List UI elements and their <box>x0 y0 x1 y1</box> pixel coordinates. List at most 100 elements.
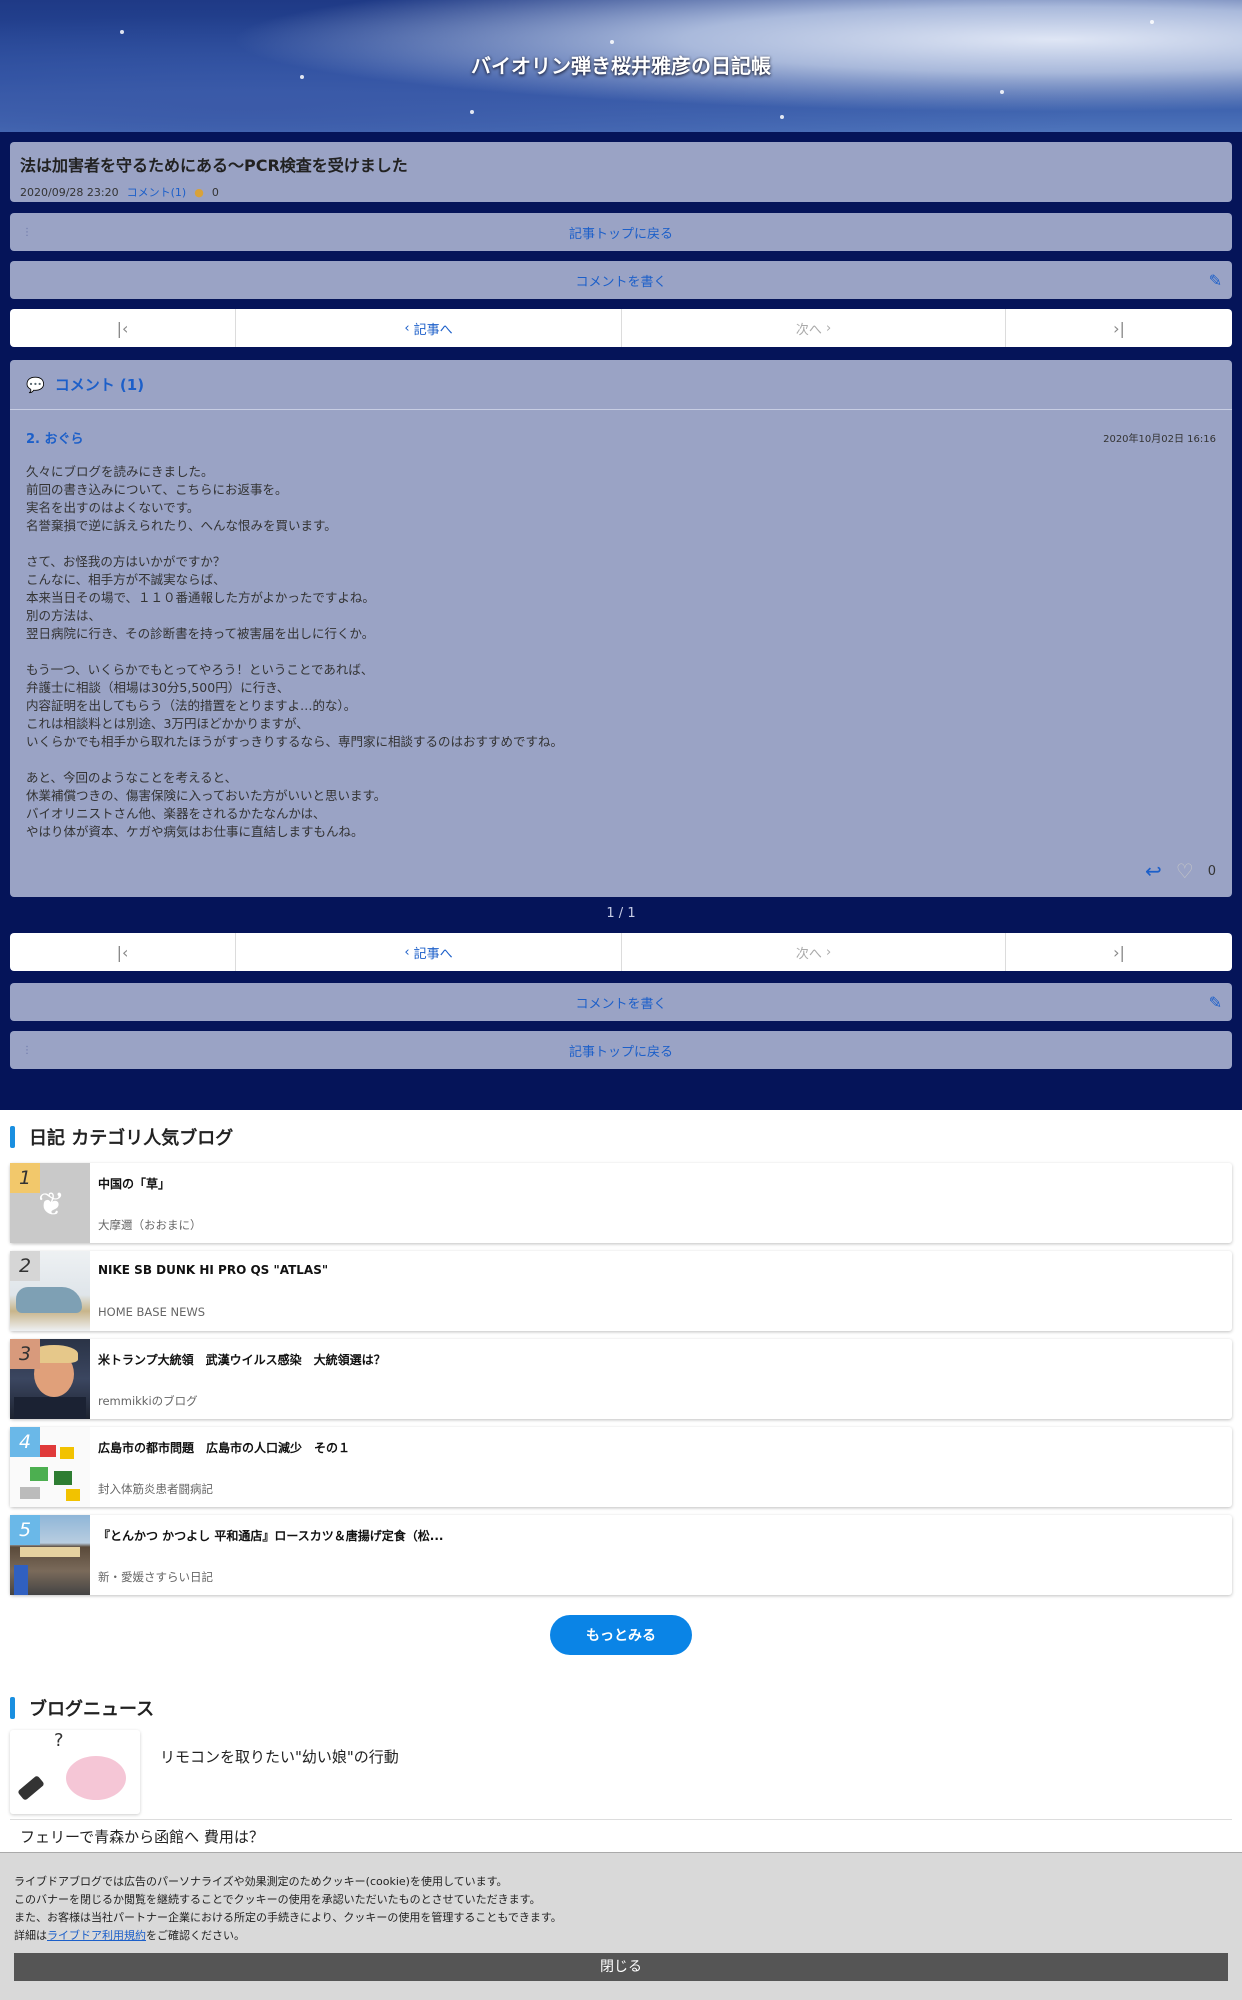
article-title[interactable]: 法は加害者を守るためにある〜PCR検査を受けました <box>20 152 1222 176</box>
blog-header-banner[interactable]: バイオリン弾き桜井雅彦の日記帳 <box>0 0 1242 132</box>
last-icon: ›| <box>1113 318 1125 338</box>
remote-icon <box>17 1775 45 1801</box>
last-icon: ›| <box>1113 942 1125 962</box>
rank-number: 4 <box>10 1427 40 1457</box>
ranking-item[interactable]: 4 広島市の都市問題 広島市の人口減少 その１ 封入体筋炎患者闘病記 <box>10 1427 1232 1507</box>
ranking-item[interactable]: 5 『とんかつ かつよし 平和通店』ロースカツ＆唐揚げ定食（松... 新・愛媛さ… <box>10 1515 1232 1595</box>
ranking-item-blog: HOME BASE NEWS <box>98 1305 206 1319</box>
storefront-sign <box>20 1547 80 1557</box>
more-button[interactable]: もっとみる <box>550 1615 692 1655</box>
drag-handle-icon: ⋮ <box>22 226 32 238</box>
ranking-item-title[interactable]: 中国の「草」 <box>98 1175 170 1192</box>
map-block <box>40 1445 56 1457</box>
first-article-button[interactable]: |‹ <box>10 933 236 971</box>
ranking-item[interactable]: 3 米トランプ大統領 武漢ウイルス感染 大統領選は？ remmikkiのブログ <box>10 1339 1232 1419</box>
comment-date: 2020年10月02日 16:16 <box>1103 434 1216 445</box>
like-count: 0 <box>211 185 219 199</box>
back-to-article-top-button-bottom[interactable]: ⋮ 記事トップに戻る <box>10 1031 1232 1069</box>
feather-icon: ❦ <box>38 1185 65 1223</box>
heart-icon[interactable]: ♡ <box>1176 859 1194 883</box>
article-pager-top: |‹ ‹ 記事へ 次へ › ›| <box>10 309 1232 347</box>
news-thumbnail: ? <box>10 1730 140 1814</box>
ranking-item-title[interactable]: 広島市の都市問題 広島市の人口減少 その１ <box>98 1439 350 1456</box>
write-comment-label: コメントを書く <box>575 996 667 1012</box>
ranking-item-title[interactable]: 米トランプ大統領 武漢ウイルス感染 大統領選は？ <box>98 1351 386 1368</box>
article-title-panel: 法は加害者を守るためにある〜PCR検査を受けました 2020/09/28 23:… <box>10 142 1232 202</box>
news-section-title: ブログニュース <box>10 1695 154 1721</box>
cookie-text-line: 詳細はライブドア利用規約をご確認ください。 <box>14 1927 1228 1945</box>
rank-number: 3 <box>10 1339 40 1369</box>
reply-icon[interactable]: ↩ <box>1145 859 1162 883</box>
article-meta: 2020/09/28 23:20 コメント(1) ● 0 <box>20 184 1222 200</box>
map-block <box>60 1447 74 1459</box>
main-background: バイオリン弾き桜井雅彦の日記帳 法は加害者を守るためにある〜PCR検査を受けまし… <box>0 0 1242 1110</box>
news-title-label: ブログニュース <box>29 1699 155 1720</box>
comment-item: 2. おぐら 2020年10月02日 16:16 久々にブログを読みにきました。… <box>10 410 1232 841</box>
news-item-title[interactable]: リモコンを取りたい"幼い娘"の行動 <box>160 1746 399 1767</box>
back-to-top-label: 記事トップに戻る <box>568 1044 673 1060</box>
question-mark-icon: ? <box>54 1730 64 1751</box>
prev-article-button[interactable]: ‹ 記事へ <box>236 933 622 971</box>
last-article-button[interactable]: ›| <box>1006 933 1232 971</box>
chevron-right-icon: › <box>821 944 832 960</box>
rank-number: 2 <box>10 1251 40 1281</box>
first-icon: |‹ <box>116 942 129 962</box>
drag-handle-icon: ⋮ <box>22 1044 32 1056</box>
storefront-banner <box>14 1565 28 1595</box>
article-datetime: 2020/09/28 23:20 <box>20 185 119 199</box>
comment-count-link[interactable]: コメント(1) <box>127 184 187 200</box>
ranking-item[interactable]: 2 NIKE SB DUNK HI PRO QS "ATLAS" HOME BA… <box>10 1251 1232 1331</box>
ranking-item-blog: 新・愛媛さすらい日記 <box>98 1570 213 1584</box>
pencil-icon: ✎ <box>1208 270 1222 290</box>
pencil-icon: ✎ <box>1208 992 1222 1012</box>
sneaker-image <box>16 1287 82 1313</box>
chevron-left-icon: ‹ <box>404 320 414 336</box>
map-block <box>30 1467 48 1481</box>
section-marker <box>10 1126 15 1148</box>
comments-header: 💬 コメント (1) <box>10 360 1232 410</box>
next-label: 次へ <box>795 946 822 962</box>
cookie-close-button[interactable]: 閉じる <box>14 1953 1228 1981</box>
cookie-text-line: このバナーを閉じるか閲覧を継続することでクッキーの使用を承認いただいたものとさせ… <box>14 1893 541 1906</box>
prev-label: 記事へ <box>413 946 453 962</box>
ranking-item-title[interactable]: NIKE SB DUNK HI PRO QS "ATLAS" <box>98 1263 328 1277</box>
cookie-text-line: また、お客様は当社パートナー企業における所定の手続きにより、クッキーの使用を管理… <box>14 1911 562 1924</box>
write-comment-button-bottom[interactable]: コメントを書く ✎ <box>10 983 1232 1021</box>
blog-title[interactable]: バイオリン弾き桜井雅彦の日記帳 <box>0 50 1242 79</box>
first-icon: |‹ <box>116 318 129 338</box>
news-item[interactable]: ? リモコンを取りたい"幼い娘"の行動 <box>10 1730 1232 1820</box>
prev-article-button[interactable]: ‹ 記事へ <box>236 309 622 347</box>
portrait-suit <box>14 1397 86 1419</box>
ranking-item-title[interactable]: 『とんかつ かつよし 平和通店』ロースカツ＆唐揚げ定食（松... <box>98 1527 443 1544</box>
news-item-title[interactable]: フェリーで青森から函館へ 費用は？ <box>20 1826 264 1847</box>
section-marker <box>10 1697 15 1719</box>
comment-page-count: 1 / 1 <box>606 906 636 921</box>
comment-like-count: 0 <box>1207 863 1216 879</box>
rank-number: 5 <box>10 1515 40 1545</box>
comments-header-label: コメント (1) <box>54 376 145 394</box>
baby-illustration <box>66 1756 126 1800</box>
ranking-item-blog: 封入体筋炎患者闘病記 <box>98 1482 213 1496</box>
next-article-button[interactable]: 次へ › <box>622 309 1006 347</box>
write-comment-label: コメントを書く <box>575 274 667 290</box>
cookie-detail-suffix: をご確認ください。 <box>146 1929 245 1942</box>
ranking-title-label: 日記 カテゴリ人気ブログ <box>29 1128 234 1149</box>
back-to-article-top-button[interactable]: ⋮ 記事トップに戻る <box>10 213 1232 251</box>
next-article-button[interactable]: 次へ › <box>622 933 1006 971</box>
terms-link[interactable]: ライブドア利用規約 <box>47 1929 146 1942</box>
write-comment-button[interactable]: コメントを書く ✎ <box>10 261 1232 299</box>
comment-author[interactable]: 2. おぐら <box>26 428 1216 447</box>
cookie-banner: ライブドアブログでは広告のパーソナライズや効果測定のためクッキー(cookie)… <box>0 1852 1242 2000</box>
chevron-right-icon: › <box>821 320 832 336</box>
map-block <box>66 1489 80 1501</box>
ranking-item-blog: 大摩邇（おおまに） <box>98 1218 202 1232</box>
last-article-button[interactable]: ›| <box>1006 309 1232 347</box>
article-pager-bottom: |‹ ‹ 記事へ 次へ › ›| <box>10 933 1232 971</box>
ranking-item[interactable]: ❦ 1 中国の「草」 大摩邇（おおまに） <box>10 1163 1232 1243</box>
cookie-text-line: ライブドアブログでは広告のパーソナライズや効果測定のためクッキー(cookie)… <box>14 1875 508 1888</box>
first-article-button[interactable]: |‹ <box>10 309 236 347</box>
ranking-item-blog: remmikkiのブログ <box>98 1394 198 1408</box>
chevron-left-icon: ‹ <box>404 944 414 960</box>
next-label: 次へ <box>795 322 822 338</box>
comments-panel: 💬 コメント (1) 2. おぐら 2020年10月02日 16:16 久々にブ… <box>10 360 1232 897</box>
